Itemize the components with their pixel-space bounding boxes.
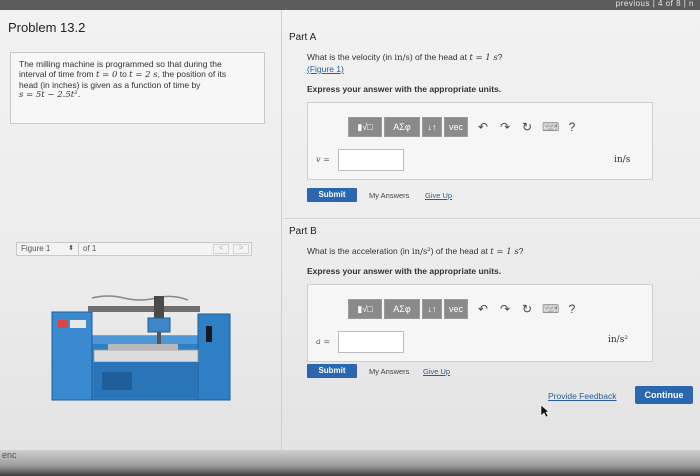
top-bar: previous | 4 of 8 | n	[0, 0, 700, 10]
part-b-title: Part B	[289, 226, 317, 237]
select-arrows-icon: ⬍	[68, 245, 74, 252]
part-a-my-answers-link[interactable]: My Answers	[369, 191, 409, 200]
redo-icon[interactable]: ↷	[498, 119, 512, 135]
sort-button[interactable]: ↓↑	[422, 117, 442, 137]
part-a-give-up-link[interactable]: Give Up	[425, 191, 452, 200]
problem-statement: The milling machine is programmed so tha…	[10, 52, 265, 124]
help-icon[interactable]: ?	[566, 119, 578, 135]
next-figure-button[interactable]: >	[233, 244, 249, 254]
problem-line-3: head (in inches) is given as a function …	[19, 80, 201, 90]
problem-line-1: The milling machine is programmed so tha…	[19, 59, 222, 69]
velocity-unit: in/s	[614, 155, 631, 165]
part-a-instruction: Express your answer with the appropriate…	[307, 84, 502, 94]
part-divider	[283, 218, 700, 219]
problem-navigation[interactable]: previous | 4 of 8 | n	[616, 0, 694, 10]
problem-panel: Problem 13.2 The milling machine is prog…	[0, 10, 282, 450]
position-equation: s = 5t − 2.5t².	[19, 90, 81, 100]
parts-panel: Part A What is the velocity (in in/s) of…	[283, 10, 700, 450]
figure-link[interactable]: (Figure 1)	[307, 64, 344, 74]
part-b-instruction: Express your answer with the appropriate…	[307, 266, 502, 276]
part-a-question: What is the velocity (in in/s) of the he…	[307, 52, 503, 63]
velocity-variable-label: v =	[316, 155, 330, 164]
undo-icon[interactable]: ↶	[476, 301, 490, 317]
reset-icon[interactable]: ↻	[520, 119, 534, 135]
part-a-answer-box: ▮√□ ΑΣφ ↓↑ vec ↶ ↷ ↻ ⌨ ? v = in/s	[307, 102, 653, 180]
acceleration-variable-label: a =	[316, 337, 331, 346]
part-a-submit-button[interactable]: Submit	[307, 188, 357, 202]
screen: previous | 4 of 8 | n Problem 13.2 The m…	[0, 0, 700, 476]
bottom-edge: enc	[0, 450, 700, 476]
mouse-cursor-icon	[540, 404, 550, 418]
continue-button[interactable]: Continue	[635, 386, 693, 404]
template-button[interactable]: ▮√□	[348, 117, 382, 137]
acceleration-unit: in/s²	[608, 335, 628, 345]
corner-text: enc	[2, 450, 17, 460]
figure-select[interactable]: Figure 1 ⬍	[17, 243, 79, 255]
vector-button[interactable]: vec	[444, 299, 468, 319]
part-b-my-answers-link[interactable]: My Answers	[369, 367, 409, 376]
part-b-give-up-link[interactable]: Give Up	[423, 367, 450, 376]
figure-count: of 1	[83, 244, 97, 253]
keyboard-icon[interactable]: ⌨	[542, 301, 559, 317]
sort-button[interactable]: ↓↑	[422, 299, 442, 319]
undo-icon[interactable]: ↶	[476, 119, 490, 135]
part-b-question: What is the acceleration (in in/s²) of t…	[307, 246, 524, 257]
part-a-title: Part A	[289, 32, 317, 43]
figure-navigator: Figure 1 ⬍ of 1 < >	[16, 242, 252, 256]
greek-symbols-button[interactable]: ΑΣφ	[384, 117, 420, 137]
provide-feedback-link[interactable]: Provide Feedback	[548, 391, 617, 401]
previous-figure-button[interactable]: <	[213, 244, 229, 254]
help-icon[interactable]: ?	[566, 301, 578, 317]
vector-button[interactable]: vec	[444, 117, 468, 137]
problem-line-2: interval of time from t = 0 to t = 2 s, …	[19, 69, 227, 80]
milling-machine-figure	[51, 295, 231, 401]
problem-title: Problem 13.2	[8, 20, 86, 35]
keyboard-icon[interactable]: ⌨	[542, 119, 559, 135]
greek-symbols-button[interactable]: ΑΣφ	[384, 299, 420, 319]
part-b-answer-box: ▮√□ ΑΣφ ↓↑ vec ↶ ↷ ↻ ⌨ ? a = in/s²	[307, 284, 653, 362]
velocity-answer-input[interactable]	[338, 149, 404, 171]
reset-icon[interactable]: ↻	[520, 301, 534, 317]
redo-icon[interactable]: ↷	[498, 301, 512, 317]
template-button[interactable]: ▮√□	[348, 299, 382, 319]
acceleration-answer-input[interactable]	[338, 331, 404, 353]
part-b-submit-button[interactable]: Submit	[307, 364, 357, 378]
